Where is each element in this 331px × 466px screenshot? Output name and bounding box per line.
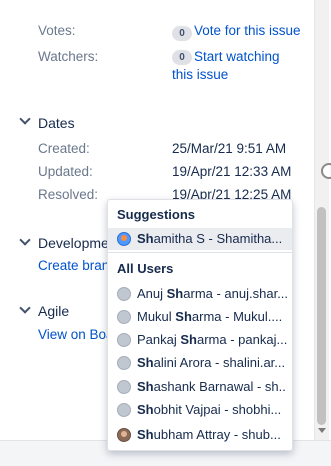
user-avatar-icon [117, 380, 131, 394]
dates-heading[interactable]: Dates [38, 115, 75, 131]
dates-collapse-chevron-icon[interactable] [19, 113, 31, 125]
user-item[interactable]: Anuj Sharma - anuj.shar... [108, 283, 292, 305]
user-suggestions-dropdown: Suggestions Shamitha S - Shamitha... All… [107, 199, 293, 451]
user-avatar-icon [117, 310, 131, 324]
user-avatar-icon [117, 403, 131, 417]
user-avatar-icon [117, 428, 131, 442]
start-watching-link-line2[interactable]: this issue [172, 67, 228, 82]
suggestion-item[interactable]: Shamitha S - Shamitha... [108, 228, 292, 250]
panel-resize-handle-icon[interactable] [321, 163, 331, 179]
dropdown-divider [108, 252, 292, 253]
watchers-count-badge: 0 [172, 50, 192, 65]
user-item[interactable]: Shobhit Vajpai - shobhi... [108, 399, 292, 421]
user-item[interactable]: Pankaj Sharma - pankaj.... [108, 329, 292, 351]
user-avatar-icon [117, 333, 131, 347]
scrollbar-thumb[interactable] [317, 207, 326, 425]
start-watching-link[interactable]: Start watching [194, 49, 280, 64]
agile-heading[interactable]: Agile [38, 303, 69, 319]
user-avatar-icon [117, 232, 131, 246]
user-item[interactable]: Shubham Attray - shub... [108, 424, 292, 446]
agile-collapse-chevron-icon[interactable] [19, 302, 31, 314]
suggestions-heading: Suggestions [117, 207, 196, 222]
user-item[interactable]: Shashank Barnawal - sh... [108, 376, 292, 398]
watchers-label: Watchers: [38, 49, 99, 64]
user-avatar-icon [117, 356, 131, 370]
created-label: Created: [38, 141, 90, 156]
top-fade [0, 0, 314, 28]
user-item[interactable]: Mukul Sharma - Mukul.... [108, 306, 292, 328]
resolved-label: Resolved: [38, 187, 99, 202]
created-value: 25/Mar/21 9:51 AM [172, 141, 287, 156]
vertical-scrollbar[interactable] [314, 0, 329, 440]
scroll-down-arrow-icon[interactable] [318, 428, 326, 433]
development-collapse-chevron-icon[interactable] [19, 234, 31, 246]
user-item[interactable]: Shalini Arora - shalini.ar... [108, 352, 292, 374]
all-users-heading: All Users [117, 261, 174, 276]
user-avatar-icon [117, 287, 131, 301]
updated-value: 19/Apr/21 12:33 AM [172, 164, 292, 179]
updated-label: Updated: [38, 164, 93, 179]
